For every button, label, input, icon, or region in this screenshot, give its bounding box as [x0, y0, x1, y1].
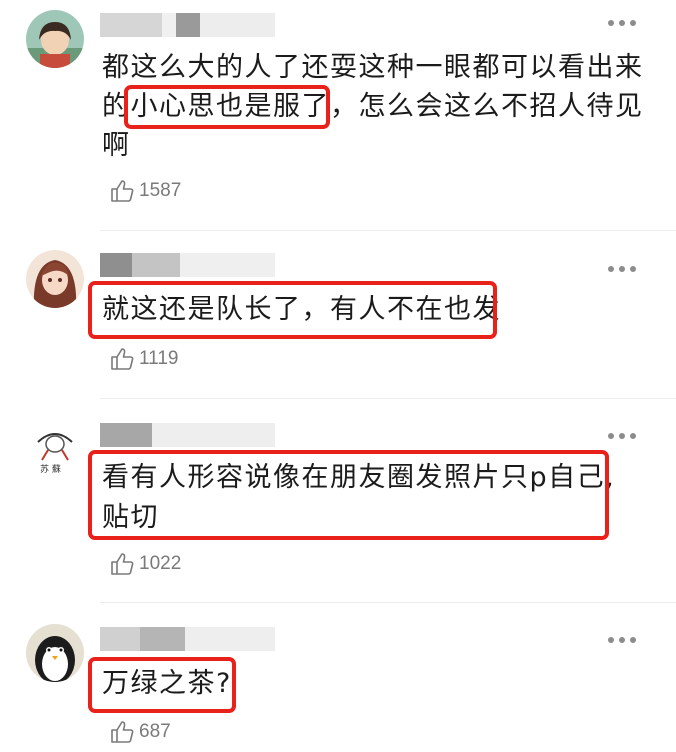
divider: [100, 398, 676, 399]
more-options-icon[interactable]: [608, 266, 636, 274]
divider: [100, 230, 676, 231]
thumbs-up-icon: [111, 721, 134, 743]
like-button[interactable]: 1587: [109, 178, 181, 204]
comment-text-line: 都这么大的人了还耍这种一眼都可以看出来: [102, 52, 644, 83]
thumbs-up-icon: [111, 180, 134, 202]
anime-girl-avatar-image: [26, 250, 84, 308]
user-avatar[interactable]: 苏 蘇: [26, 420, 84, 478]
highlight-box: [124, 85, 330, 129]
like-count: 687: [139, 721, 171, 742]
like-count: 1022: [139, 553, 182, 574]
thumbs-up-icon: [111, 553, 134, 575]
highlight-box: [88, 281, 497, 339]
user-avatar[interactable]: [26, 10, 84, 68]
cartoon-girl-avatar-image: [26, 10, 84, 68]
divider: [100, 602, 676, 603]
like-button[interactable]: 687: [109, 719, 171, 745]
more-options-icon[interactable]: [608, 20, 636, 28]
thumbs-up-icon: [111, 348, 134, 370]
penguin-avatar-image: [26, 624, 84, 682]
highlight-box: [88, 657, 236, 713]
like-button[interactable]: 1119: [109, 346, 178, 372]
username-blurred[interactable]: [100, 627, 275, 651]
user-avatar[interactable]: [26, 624, 84, 682]
highlight-box: [88, 450, 609, 540]
ink-sketch-avatar-image: 苏 蘇: [26, 420, 84, 478]
user-avatar[interactable]: [26, 250, 84, 308]
like-count: 1119: [139, 348, 179, 369]
username-blurred[interactable]: [100, 13, 275, 37]
more-options-icon[interactable]: [608, 433, 636, 441]
like-count: 1587: [139, 180, 182, 201]
svg-text:苏 蘇: 苏 蘇: [40, 463, 61, 475]
like-button[interactable]: 1022: [109, 551, 181, 577]
username-blurred[interactable]: [100, 253, 275, 277]
comment-text-line: 啊: [102, 130, 131, 161]
username-blurred[interactable]: [100, 423, 275, 447]
more-options-icon[interactable]: [608, 637, 636, 645]
